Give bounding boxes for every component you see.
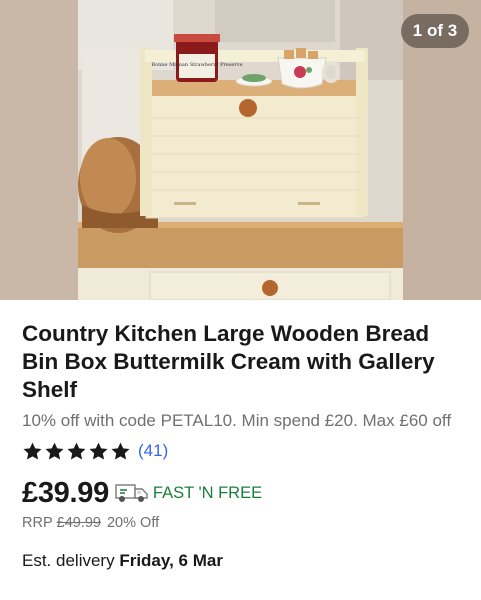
star-icon <box>89 442 108 460</box>
star-icon <box>23 442 42 460</box>
star-icon <box>67 442 86 460</box>
discount-label: 20% Off <box>106 515 160 531</box>
jar-label: Bonne Maman Strawberry Preserve <box>151 62 242 68</box>
rating-row[interactable]: (41) <box>22 439 459 463</box>
delivery-label: Est. delivery <box>22 551 115 570</box>
delivery-date: Friday, 6 Mar <box>119 551 223 570</box>
rrp-label: RRP <box>22 515 53 531</box>
shipping-badge: FAST 'N FREE <box>152 483 263 502</box>
star-rating <box>22 441 131 462</box>
estimated-delivery: Est. delivery Friday, 6 Mar <box>22 551 459 571</box>
product-image-gallery[interactable]: Bonne Maman Strawberry Preserve 1 of 3 <box>0 0 481 300</box>
product-details: Country Kitchen Large Wooden Bread Bin B… <box>0 320 481 571</box>
rrp-price: £49.99 <box>56 515 101 531</box>
price-row: £39.99 FAST 'N FREE <box>22 475 459 511</box>
image-counter-badge: 1 of 3 <box>401 14 469 48</box>
star-icon <box>111 442 130 460</box>
review-count-link[interactable]: (41) <box>138 441 168 461</box>
delivery-truck-icon <box>115 484 148 502</box>
product-title: Country Kitchen Large Wooden Bread Bin B… <box>22 321 435 402</box>
promo-code-text: 10% off with code PETAL10. Min spend £20… <box>22 411 452 430</box>
price: £39.99 <box>22 476 109 509</box>
star-icon <box>45 442 64 460</box>
rrp-row: RRP £49.99 20% Off <box>22 515 459 531</box>
